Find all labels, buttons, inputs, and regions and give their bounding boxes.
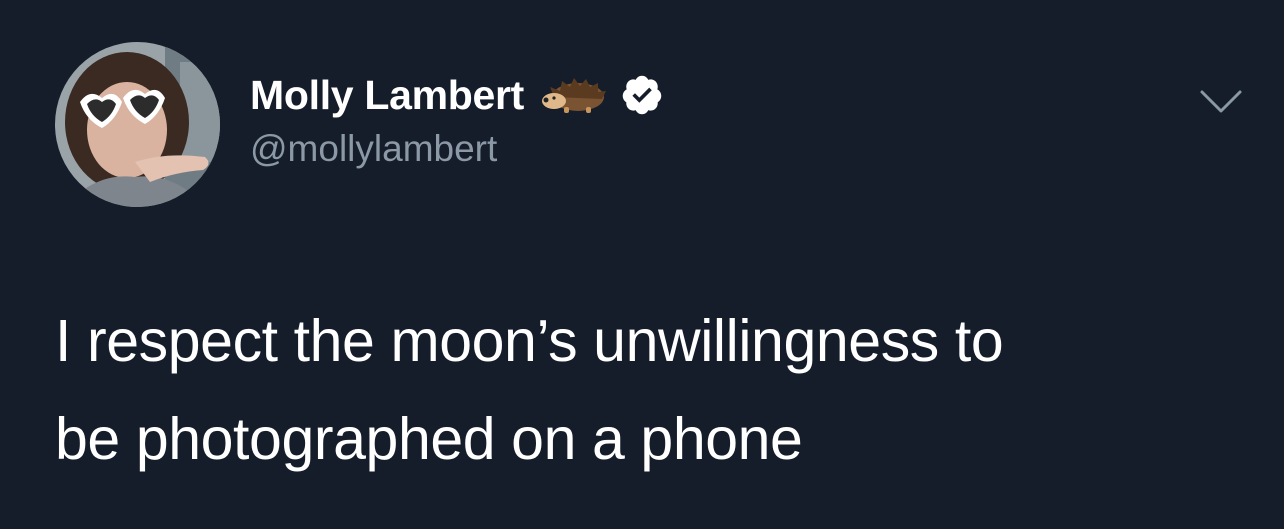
author-handle[interactable]: @mollylambert	[250, 128, 497, 170]
avatar[interactable]	[55, 42, 220, 207]
tweet-card: Molly Lambert @mollylambert I respect th…	[0, 0, 1284, 529]
tweet-text-line: I respect the moon’s unwillingness to	[55, 308, 1004, 374]
author-display-name[interactable]: Molly Lambert	[250, 72, 524, 119]
tweet-text: I respect the moon’s unwillingness to be…	[55, 292, 1235, 488]
author-name-row: Molly Lambert	[250, 70, 664, 120]
verified-badge-icon	[622, 75, 662, 115]
tweet-text-line: be photographed on a phone	[55, 406, 803, 472]
chevron-down-icon[interactable]	[1196, 84, 1246, 118]
avatar-image	[55, 42, 220, 207]
hedgehog-emoji-icon	[542, 78, 607, 113]
